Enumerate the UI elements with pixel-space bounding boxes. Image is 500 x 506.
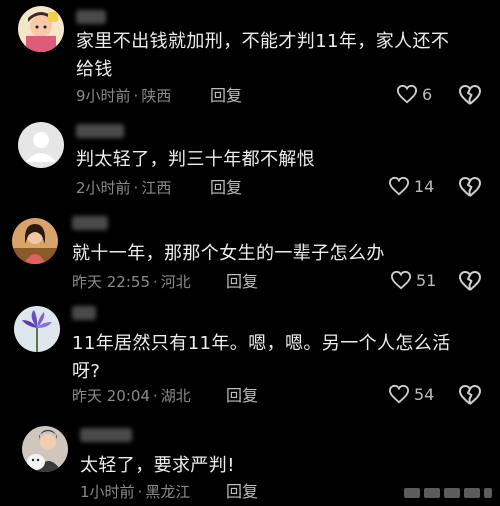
comment-item: 家里不出钱就加刑，不能才判11年，家人还不 给钱 9小时前 · 陕西 回复 6 xyxy=(0,0,500,118)
like-button[interactable]: 6 xyxy=(396,84,432,104)
comment-meta: 昨天 22:55 · 河北 xyxy=(72,273,191,291)
dislike-button[interactable] xyxy=(458,84,482,110)
broken-heart-icon xyxy=(459,85,481,105)
comment-time: 昨天 20:04 xyxy=(72,387,150,405)
like-count: 51 xyxy=(416,270,437,290)
comment-text-line: 11年居然只有11年。嗯，嗯。另一个人怎么活 xyxy=(72,333,451,354)
broken-heart-icon xyxy=(459,177,481,197)
comment-item: 11年居然只有11年。嗯，嗯。另一个人怎么活 呀? 昨天 20:04 · 湖北 回复… xyxy=(0,302,500,420)
watermark-logo xyxy=(402,484,494,502)
comment-location: 湖北 xyxy=(160,387,191,405)
comment-text-line: 太轻了，要求严判! xyxy=(80,455,235,476)
flower-avatar-icon[interactable] xyxy=(14,306,60,352)
like-count: 14 xyxy=(414,176,435,196)
woman-photo-avatar-icon[interactable] xyxy=(12,218,58,264)
dislike-button[interactable] xyxy=(458,176,482,202)
broken-heart-icon xyxy=(459,271,481,291)
comment-text-line: 呀? xyxy=(72,361,101,382)
reply-button[interactable]: 回复 xyxy=(226,482,258,502)
reply-button[interactable]: 回复 xyxy=(226,272,258,292)
comment-meta: 1小时前 · 黑龙江 xyxy=(80,483,191,501)
comment-text: 太轻了，要求严判! xyxy=(80,452,490,480)
username[interactable] xyxy=(76,10,106,24)
person-with-dog-avatar-icon[interactable] xyxy=(22,426,68,472)
heart-icon xyxy=(388,384,410,404)
comment-location: 河北 xyxy=(160,273,191,291)
comment-text: 11年居然只有11年。嗯，嗯。另一个人怎么活 呀? xyxy=(72,330,492,386)
reply-button[interactable]: 回复 xyxy=(226,386,258,406)
heart-icon xyxy=(396,84,418,104)
heart-icon xyxy=(388,176,410,196)
comment-item: 判太轻了，判三十年都不解恨 2小时前 · 江西 回复 14 xyxy=(0,118,500,208)
comment-time: 1小时前 xyxy=(80,483,135,501)
comment-time: 2小时前 xyxy=(76,179,131,197)
heart-icon xyxy=(390,270,412,290)
comment-meta: 2小时前 · 江西 xyxy=(76,179,172,197)
comment-meta: 9小时前 · 陕西 xyxy=(76,87,172,105)
comment-text: 判太轻了，判三十年都不解恨 xyxy=(76,146,486,174)
comment-time: 9小时前 xyxy=(76,87,131,105)
default-user-avatar-icon[interactable] xyxy=(18,122,64,168)
dislike-button[interactable] xyxy=(458,384,482,410)
dislike-button[interactable] xyxy=(458,270,482,296)
like-count: 6 xyxy=(422,84,433,104)
like-button[interactable]: 54 xyxy=(388,384,434,404)
comment-item: 就十一年，那那个女生的一辈子怎么办 昨天 22:55 · 河北 回复 51 xyxy=(0,210,500,302)
comment-text-line: 判太轻了，判三十年都不解恨 xyxy=(76,149,316,170)
reply-button[interactable]: 回复 xyxy=(210,86,242,106)
comment-location: 江西 xyxy=(141,179,172,197)
like-button[interactable]: 14 xyxy=(388,176,434,196)
like-count: 54 xyxy=(414,384,435,404)
comment-text-line: 就十一年，那那个女生的一辈子怎么办 xyxy=(72,243,385,264)
like-button[interactable]: 51 xyxy=(390,270,436,290)
comment-text-line: 家里不出钱就加刑，不能才判11年，家人还不 xyxy=(76,31,450,52)
reply-button[interactable]: 回复 xyxy=(210,178,242,198)
comment-location: 黑龙江 xyxy=(145,483,191,501)
comment-text: 就十一年，那那个女生的一辈子怎么办 xyxy=(72,240,482,268)
comment-location: 陕西 xyxy=(141,87,172,105)
username[interactable] xyxy=(80,428,132,442)
cartoon-child-avatar-icon[interactable] xyxy=(18,6,64,52)
comment-meta: 昨天 20:04 · 湖北 xyxy=(72,387,191,405)
broken-heart-icon xyxy=(459,385,481,405)
username[interactable] xyxy=(76,124,124,138)
username[interactable] xyxy=(72,216,108,230)
username[interactable] xyxy=(72,306,96,320)
comment-text: 家里不出钱就加刑，不能才判11年，家人还不 给钱 xyxy=(76,28,486,84)
comment-text-line: 给钱 xyxy=(76,59,113,80)
comment-time: 昨天 22:55 xyxy=(72,273,150,291)
